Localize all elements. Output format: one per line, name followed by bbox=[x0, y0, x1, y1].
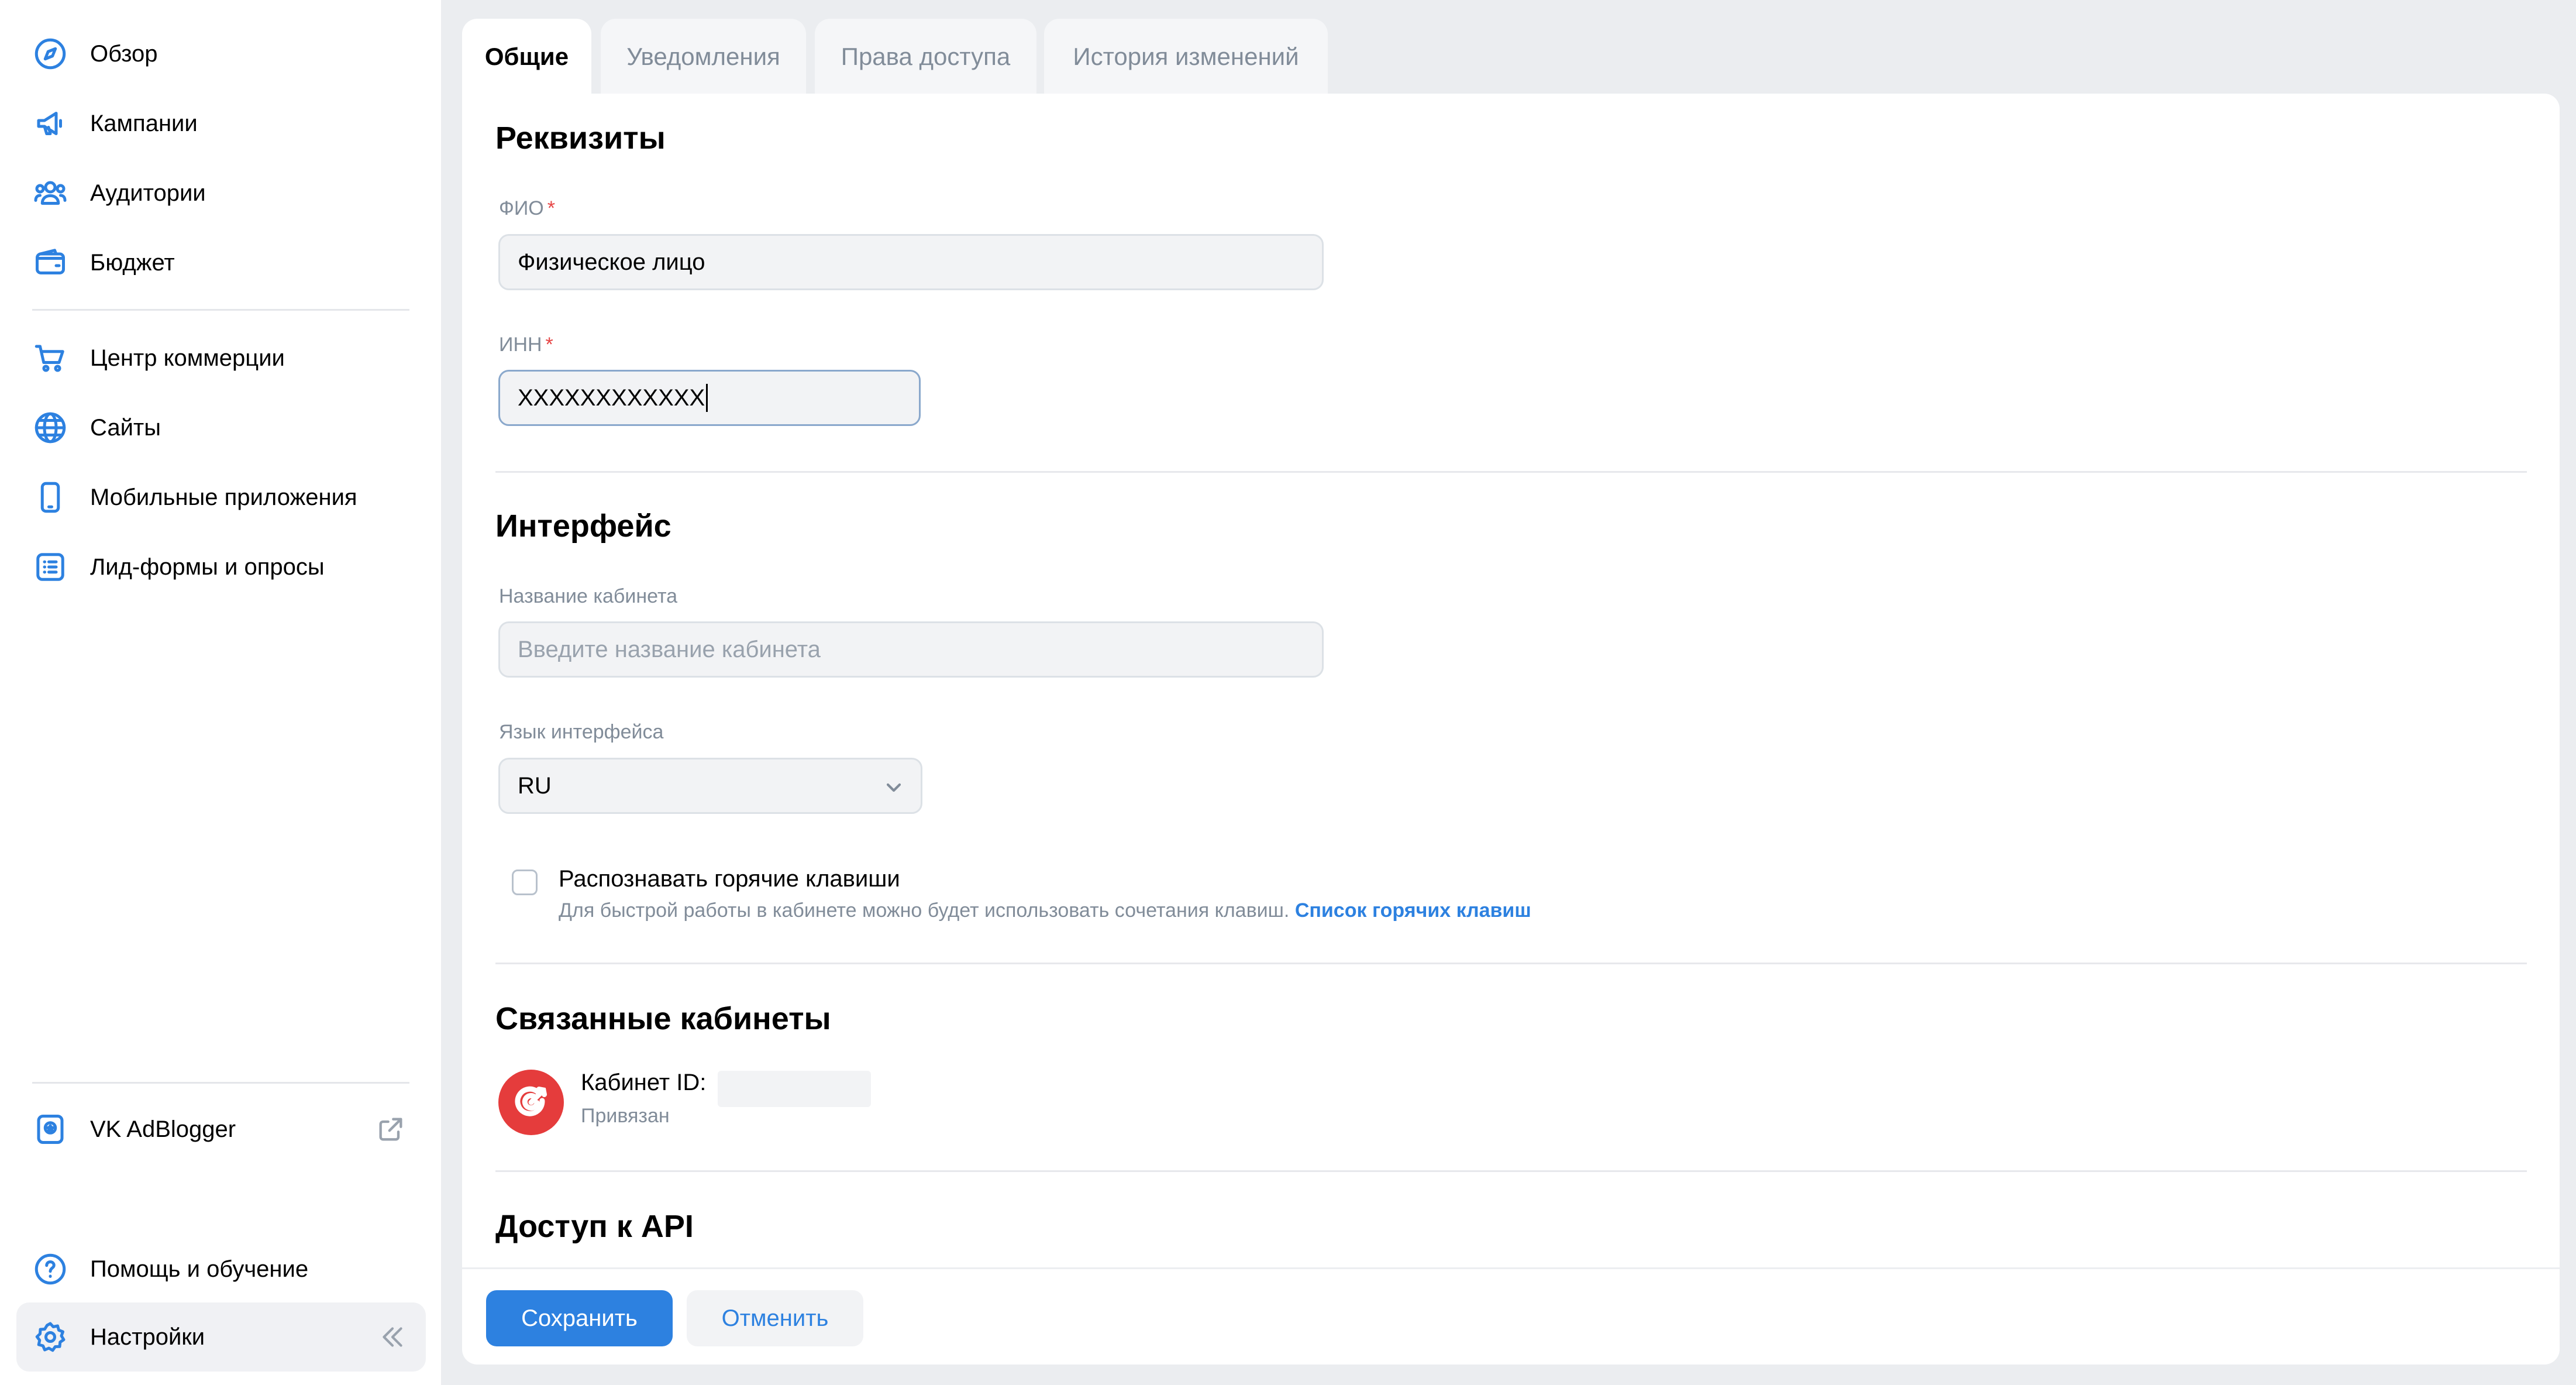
sidebar-item-label: Мобильные приложения bbox=[90, 484, 357, 510]
globe-icon bbox=[32, 409, 69, 446]
cabinet-id-value bbox=[718, 1071, 871, 1107]
compass-icon bbox=[32, 35, 69, 73]
cabinet-id-label: Кабинет ID: bbox=[581, 1070, 707, 1095]
tab-general[interactable]: Общие bbox=[462, 19, 591, 95]
adblogger-icon bbox=[32, 1111, 69, 1148]
sidebar-item-label: Лид-формы и опросы bbox=[90, 554, 325, 580]
megaphone-icon bbox=[32, 105, 69, 142]
cart-icon bbox=[32, 339, 69, 377]
question-icon bbox=[32, 1250, 69, 1288]
sidebar-item-label: Настройки bbox=[90, 1324, 205, 1350]
cabinet-avatar bbox=[498, 1070, 564, 1135]
fio-label: ФИО * bbox=[499, 197, 555, 219]
sidebar-item-help[interactable]: Помощь и обучение bbox=[16, 1240, 426, 1298]
language-select[interactable]: RU bbox=[498, 758, 922, 814]
inn-input[interactable]: XXXXXXXXXXXX bbox=[498, 370, 921, 426]
tab-access-rights[interactable]: Права доступа bbox=[815, 19, 1036, 95]
sidebar-divider bbox=[32, 1082, 409, 1084]
cancel-button[interactable]: Отменить bbox=[687, 1290, 863, 1346]
hotkeys-checkbox[interactable] bbox=[512, 870, 538, 895]
users-icon bbox=[32, 174, 69, 212]
sidebar-item-label: Центр коммерции bbox=[90, 345, 285, 371]
footer-divider bbox=[462, 1267, 2560, 1269]
sidebar-item-adblogger[interactable]: VK AdBlogger bbox=[16, 1100, 426, 1159]
wallet-icon bbox=[32, 244, 69, 281]
sidebar-item-commerce[interactable]: Центр коммерции bbox=[16, 329, 426, 387]
sidebar-item-label: VK AdBlogger bbox=[90, 1116, 236, 1142]
hotkeys-list-link[interactable]: Список горячих клавиш bbox=[1295, 899, 1531, 922]
required-mark: * bbox=[545, 334, 553, 356]
sidebar-item-label: Кампании bbox=[90, 110, 198, 136]
tab-notifications[interactable]: Уведомления bbox=[601, 19, 806, 95]
cabinet-status: Привязан bbox=[581, 1105, 670, 1127]
hotkeys-label: Распознавать горячие клавиши bbox=[559, 866, 900, 892]
sidebar-item-settings[interactable]: Настройки bbox=[16, 1302, 426, 1372]
external-link-icon[interactable] bbox=[376, 1114, 406, 1145]
section-title-api: Доступ к API bbox=[495, 1209, 694, 1244]
cabinet-name-label: Название кабинета bbox=[499, 585, 678, 607]
sidebar-item-budget[interactable]: Бюджет bbox=[16, 233, 426, 292]
section-title-linked: Связанные кабинеты bbox=[495, 1001, 831, 1036]
sidebar-item-campaigns[interactable]: Кампании bbox=[16, 94, 426, 153]
section-divider bbox=[495, 963, 2527, 964]
inn-label: ИНН * bbox=[499, 334, 553, 356]
sidebar-item-audiences[interactable]: Аудитории bbox=[16, 164, 426, 222]
sidebar-item-sites[interactable]: Сайты bbox=[16, 398, 426, 457]
section-title-requisites: Реквизиты bbox=[495, 121, 666, 156]
sidebar-item-label: Сайты bbox=[90, 414, 161, 441]
chevrons-left-icon[interactable] bbox=[378, 1322, 407, 1352]
sidebar-item-label: Бюджет bbox=[90, 249, 175, 276]
sidebar-item-label: Аудитории bbox=[90, 180, 206, 206]
section-divider bbox=[495, 1170, 2527, 1172]
target-icon bbox=[515, 1086, 547, 1116]
section-divider bbox=[495, 471, 2527, 473]
sidebar-item-label: Обзор bbox=[90, 40, 158, 67]
sidebar-item-lead-forms[interactable]: Лид-формы и опросы bbox=[16, 538, 426, 596]
gear-icon bbox=[32, 1318, 69, 1356]
cabinet-name-input[interactable]: Введите название кабинета bbox=[498, 621, 1324, 678]
sidebar-item-label: Помощь и обучение bbox=[90, 1256, 309, 1282]
settings-panel: Реквизиты ФИО * Физическое лицо ИНН * XXXX… bbox=[462, 94, 2560, 1365]
sidebar-item-overview[interactable]: Обзор bbox=[16, 25, 426, 83]
save-button[interactable]: Сохранить bbox=[486, 1290, 673, 1346]
fio-input[interactable]: Физическое лицо bbox=[498, 234, 1324, 290]
list-icon bbox=[32, 548, 69, 586]
text-caret bbox=[706, 384, 708, 412]
tab-change-history[interactable]: История изменений bbox=[1044, 19, 1328, 95]
sidebar-divider bbox=[32, 309, 409, 311]
required-mark: * bbox=[547, 197, 555, 219]
sidebar: Обзор Кампании Аудитории Бюджет Центр ко… bbox=[0, 0, 441, 1385]
smartphone-icon bbox=[32, 479, 69, 516]
chevron-down-icon bbox=[882, 776, 905, 799]
hotkeys-hint: Для быстрой работы в кабинете можно буде… bbox=[559, 899, 1531, 922]
section-title-interface: Интерфейс bbox=[495, 508, 671, 544]
language-label: Язык интерфейса bbox=[499, 721, 664, 743]
sidebar-item-mobile-apps[interactable]: Мобильные приложения bbox=[16, 468, 426, 527]
